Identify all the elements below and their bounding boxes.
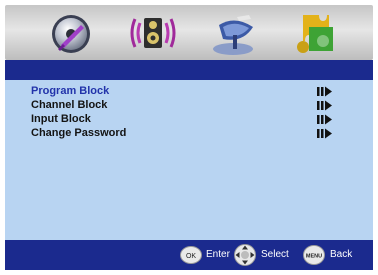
menu-item-program-block[interactable]: Program Block xyxy=(31,84,351,99)
puzzle-settings-icon[interactable] xyxy=(289,5,341,60)
submenu-arrow-icon xyxy=(317,100,332,111)
title-band xyxy=(5,60,373,80)
help-bar: OK Enter Select MENU Back xyxy=(5,240,373,270)
submenu-arrow-icon xyxy=(317,114,332,125)
menu-item-label: Program Block xyxy=(31,85,110,97)
top-tab-bar xyxy=(5,5,373,60)
submenu-arrow-icon xyxy=(317,128,332,139)
ok-button-icon: OK xyxy=(180,246,202,269)
satellite-dish-icon[interactable] xyxy=(209,5,261,60)
menu-button-icon: MENU xyxy=(303,245,325,270)
ok-button-text: OK xyxy=(186,253,196,260)
enter-label: Enter xyxy=(206,249,230,260)
audio-speaker-icon[interactable] xyxy=(127,5,179,60)
menu-button-text: MENU xyxy=(306,254,322,260)
menu-item-label: Channel Block xyxy=(31,99,108,111)
picture-disc-icon[interactable] xyxy=(45,5,97,60)
osd-menu: Program Block Channel Block Input Block xyxy=(0,0,378,275)
menu-item-label: Input Block xyxy=(31,113,91,125)
menu-panel: Program Block Channel Block Input Block xyxy=(5,80,373,240)
menu-item-input-block[interactable]: Input Block xyxy=(31,112,351,127)
submenu-arrow-icon xyxy=(317,86,332,97)
back-label: Back xyxy=(330,249,353,260)
menu-item-label: Change Password xyxy=(31,127,127,139)
select-label: Select xyxy=(261,249,289,260)
navigation-pad-icon xyxy=(234,244,256,271)
menu-item-change-password[interactable]: Change Password xyxy=(31,126,351,141)
menu-item-channel-block[interactable]: Channel Block xyxy=(31,98,351,113)
